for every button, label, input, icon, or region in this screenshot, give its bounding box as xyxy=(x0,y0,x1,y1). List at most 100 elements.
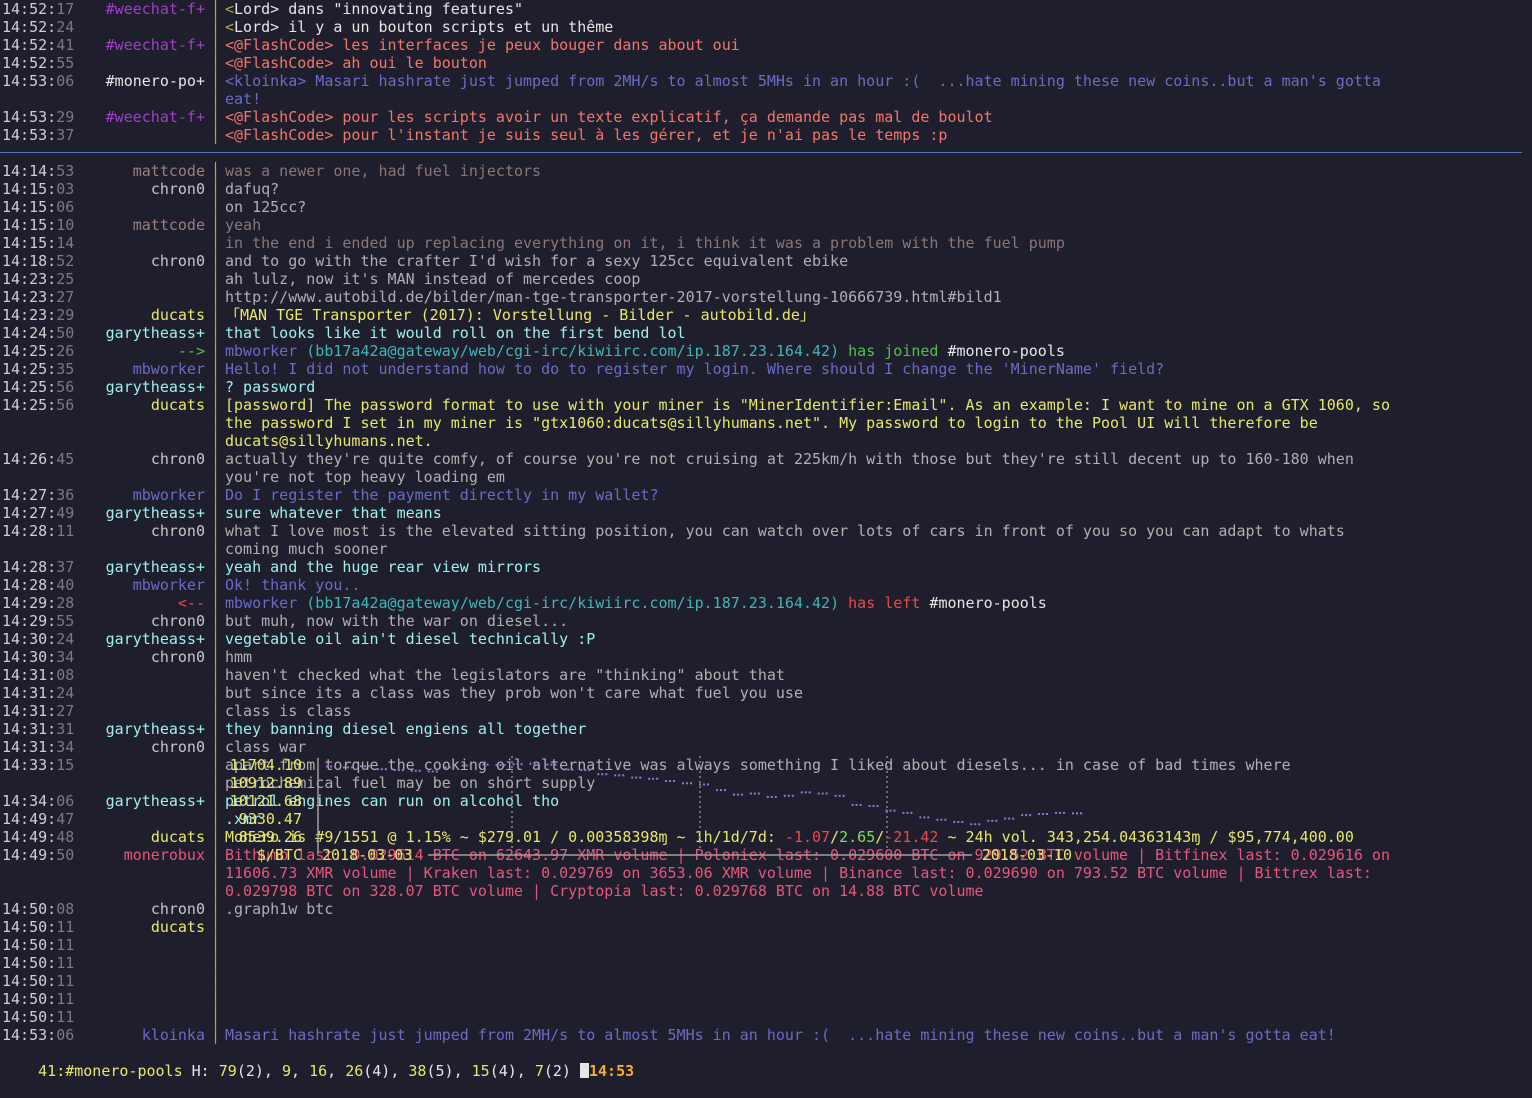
nick[interactable]: chron0 xyxy=(85,522,211,540)
chat-line[interactable]: 14:31:24 │ but since its a class was they … xyxy=(0,684,1532,702)
nick[interactable] xyxy=(85,774,211,792)
chat-line[interactable]: 14:31:08 │ haven't checked what the legisl… xyxy=(0,666,1532,684)
chat-line[interactable]: 14:28:37 garytheass+ │ yeah and the huge re… xyxy=(0,558,1532,576)
hotlist-item[interactable]: 16 xyxy=(309,1062,327,1080)
chat-line[interactable]: 14:27:49 garytheass+ │ sure whatever that m… xyxy=(0,504,1532,522)
nick[interactable]: monerobux xyxy=(85,846,211,864)
nick[interactable] xyxy=(85,1008,211,1026)
hotlist-item[interactable]: 15(4) xyxy=(472,1062,517,1080)
bottom-buffer-pane[interactable]: 14:14:53 mattcode │ was a newer one, had fu… xyxy=(0,162,1532,1044)
nick[interactable] xyxy=(85,666,211,684)
chat-line[interactable]: 14:50:11 ducats │ xyxy=(0,918,1532,936)
nick[interactable] xyxy=(85,270,211,288)
nick[interactable] xyxy=(85,126,211,144)
top-buffer-pane[interactable]: 14:52:17 #weechat-f+ │ <Lord> dans "innovat… xyxy=(0,0,1532,144)
nick[interactable]: ducats xyxy=(85,828,211,846)
chat-line[interactable]: │ 0.029798 BTC on 328.07 BTC volume | Cry… xyxy=(0,882,1532,900)
nick[interactable]: chron0 xyxy=(85,648,211,666)
chat-line[interactable]: 14:50:11 │ xyxy=(0,936,1532,954)
nick[interactable] xyxy=(85,702,211,720)
nick[interactable]: kloinka xyxy=(85,1026,211,1044)
nick[interactable] xyxy=(85,234,211,252)
nick[interactable] xyxy=(85,936,211,954)
chat-line[interactable]: 14:26:45 chron0 │ actually they're quite co… xyxy=(0,450,1532,468)
nick[interactable]: chron0 xyxy=(85,450,211,468)
hotlist-item[interactable]: 9 xyxy=(282,1062,291,1080)
chat-line[interactable]: 14:30:24 garytheass+ │ vegetable oil ain't … xyxy=(0,630,1532,648)
chat-line[interactable]: │ the password I set in my miner is "gtx1… xyxy=(0,414,1532,432)
nick[interactable]: garytheass+ xyxy=(85,324,211,342)
chat-line[interactable]: 14:24:50 garytheass+ │ that looks like it w… xyxy=(0,324,1532,342)
nick[interactable] xyxy=(85,288,211,306)
chat-line[interactable]: 14:15:14 │ in the end i ended up replacing… xyxy=(0,234,1532,252)
nick[interactable]: garytheass+ xyxy=(85,792,211,810)
hotlist-item[interactable]: 7(2) xyxy=(535,1062,571,1080)
chat-line[interactable]: │ eat! xyxy=(0,90,1532,108)
nick[interactable]: chron0 xyxy=(85,900,211,918)
chat-line[interactable]: 14:50:11 │ xyxy=(0,990,1532,1008)
nick[interactable]: ducats xyxy=(85,306,211,324)
nick[interactable] xyxy=(85,414,211,432)
nick[interactable] xyxy=(85,972,211,990)
hotlist-item[interactable]: 79(2) xyxy=(219,1062,264,1080)
nick[interactable]: --> xyxy=(85,342,211,360)
chat-line[interactable]: 14:27:36 mbworker │ Do I register the payme… xyxy=(0,486,1532,504)
nick[interactable]: mattcode xyxy=(85,162,211,180)
chat-line[interactable]: 14:53:06 #monero-po+ │ <kloinka> Masari has… xyxy=(0,72,1532,90)
nick[interactable] xyxy=(85,756,211,774)
nick[interactable] xyxy=(85,990,211,1008)
hotlist-item[interactable]: 38(5) xyxy=(408,1062,453,1080)
chat-line[interactable]: 14:52:55 │ <@FlashCode> ah oui le bouton xyxy=(0,54,1532,72)
chat-line[interactable]: 14:50:11 │ xyxy=(0,1008,1532,1026)
nick[interactable] xyxy=(85,18,211,36)
nick[interactable]: mattcode xyxy=(85,216,211,234)
nick[interactable] xyxy=(85,810,211,828)
nick[interactable]: chron0 xyxy=(85,180,211,198)
nick[interactable] xyxy=(85,432,211,450)
chat-line[interactable]: 14:23:25 │ ah lulz, now it's MAN instead o… xyxy=(0,270,1532,288)
chat-line[interactable]: 14:23:27 │ http://www.autobild.de/bilder/m… xyxy=(0,288,1532,306)
chat-line[interactable]: 14:25:26 --> │ mbworker (bb17a42a@gateway/w… xyxy=(0,342,1532,360)
nick[interactable]: <-- xyxy=(85,594,211,612)
nick[interactable]: ducats xyxy=(85,918,211,936)
chat-line[interactable]: 14:53:37 │ <@FlashCode> pour l'instant je … xyxy=(0,126,1532,144)
chat-line[interactable]: 14:25:35 mbworker │ Hello! I did not unders… xyxy=(0,360,1532,378)
chat-line[interactable]: 14:50:11 │ xyxy=(0,954,1532,972)
nick[interactable]: #weechat-f+ xyxy=(85,36,211,54)
chat-line[interactable]: 14:25:56 ducats │ [password] The password f… xyxy=(0,396,1532,414)
nick[interactable]: garytheass+ xyxy=(85,504,211,522)
nick[interactable]: #weechat-f+ xyxy=(85,0,211,18)
nick[interactable] xyxy=(85,54,211,72)
nick[interactable] xyxy=(85,882,211,900)
chat-line[interactable]: 14:23:29 ducats │ 「MAN TGE Transporter (201… xyxy=(0,306,1532,324)
nick[interactable]: mbworker xyxy=(85,360,211,378)
hotlist-item[interactable]: 26(4) xyxy=(345,1062,390,1080)
nick[interactable] xyxy=(85,540,211,558)
chat-line[interactable]: 14:31:27 │ class is class xyxy=(0,702,1532,720)
nick[interactable]: garytheass+ xyxy=(85,720,211,738)
chat-line[interactable]: 14:29:55 chron0 │ but muh, now with the war… xyxy=(0,612,1532,630)
chat-line[interactable]: 14:28:11 chron0 │ what I love most is the e… xyxy=(0,522,1532,540)
nick[interactable]: chron0 xyxy=(85,612,211,630)
nick[interactable]: ducats xyxy=(85,396,211,414)
chat-line[interactable]: 14:52:24 │ <Lord> il y a un bouton scripts… xyxy=(0,18,1532,36)
chat-line[interactable]: 14:53:06 kloinka │ Masari hashrate just jum… xyxy=(0,1026,1532,1044)
chat-line[interactable]: 14:29:28 <-- │ mbworker (bb17a42a@gateway/w… xyxy=(0,594,1532,612)
nick[interactable]: mbworker xyxy=(85,576,211,594)
chat-line[interactable]: 14:52:17 #weechat-f+ │ <Lord> dans "innovat… xyxy=(0,0,1532,18)
nick[interactable] xyxy=(85,864,211,882)
nick[interactable]: #weechat-f+ xyxy=(85,108,211,126)
chat-line[interactable]: 14:31:34 chron0 │ class war xyxy=(0,738,1532,756)
pane-divider[interactable] xyxy=(0,152,1522,153)
chat-line[interactable]: 14:18:52 chron0 │ and to go with the crafte… xyxy=(0,252,1532,270)
chat-line[interactable]: 14:30:34 chron0 │ hmm xyxy=(0,648,1532,666)
chat-line[interactable]: 14:15:10 mattcode │ yeah xyxy=(0,216,1532,234)
chat-line[interactable]: 14:52:41 #weechat-f+ │ <@FlashCode> les int… xyxy=(0,36,1532,54)
chat-line[interactable]: │ you're not top heavy loading em xyxy=(0,468,1532,486)
nick[interactable]: mbworker xyxy=(85,486,211,504)
nick[interactable]: garytheass+ xyxy=(85,630,211,648)
chat-line[interactable]: 14:28:40 mbworker │ Ok! thank you.. xyxy=(0,576,1532,594)
chat-line[interactable]: 14:53:29 #weechat-f+ │ <@FlashCode> pour le… xyxy=(0,108,1532,126)
chat-line[interactable]: 14:25:56 garytheass+ │? password xyxy=(0,378,1532,396)
nick[interactable]: garytheass+ xyxy=(85,558,211,576)
